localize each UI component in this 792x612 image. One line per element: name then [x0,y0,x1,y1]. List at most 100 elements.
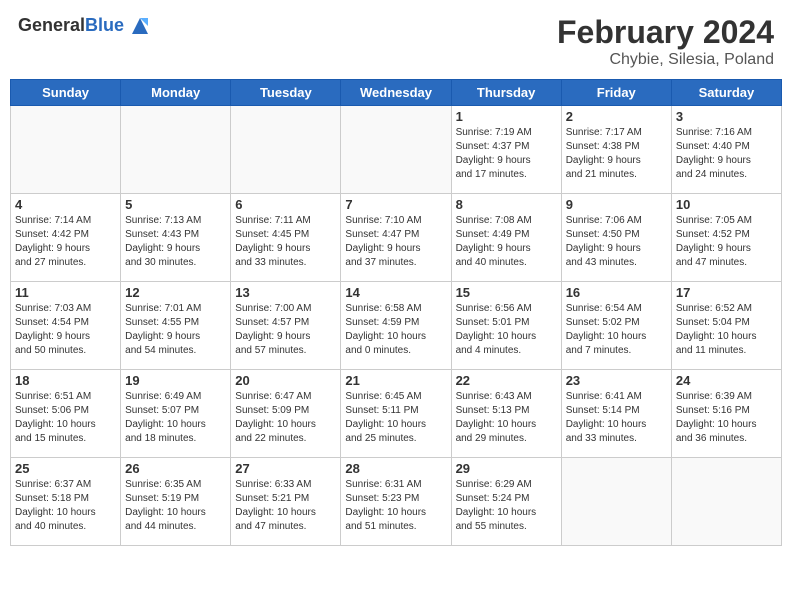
calendar-week-3: 11 Sunrise: 7:03 AM Sunset: 4:54 PM Dayli… [11,282,782,370]
calendar-week-5: 25 Sunrise: 6:37 AM Sunset: 5:18 PM Dayli… [11,458,782,546]
day-number: 22 [456,373,557,388]
calendar-cell: 16 Sunrise: 6:54 AM Sunset: 5:02 PM Dayli… [561,282,671,370]
weekday-header-row: SundayMondayTuesdayWednesdayThursdayFrid… [11,80,782,106]
day-number: 28 [345,461,446,476]
day-number: 29 [456,461,557,476]
calendar-cell: 14 Sunrise: 6:58 AM Sunset: 4:59 PM Dayli… [341,282,451,370]
day-number: 23 [566,373,667,388]
calendar-cell: 6 Sunrise: 7:11 AM Sunset: 4:45 PM Daylig… [231,194,341,282]
calendar-week-2: 4Sunrise: 7:14 AM Sunset: 4:42 PM Daylig… [11,194,782,282]
day-number: 2 [566,109,667,124]
calendar-cell: 26 Sunrise: 6:35 AM Sunset: 5:19 PM Dayli… [121,458,231,546]
day-detail: Sunrise: 6:29 AM Sunset: 5:24 PM Dayligh… [456,478,557,534]
day-number: 13 [235,285,336,300]
day-number: 20 [235,373,336,388]
day-detail: Sunrise: 7:16 AM Sunset: 4:40 PM Dayligh… [676,126,777,182]
calendar-cell [231,106,341,194]
day-detail: Sunrise: 7:11 AM Sunset: 4:45 PM Dayligh… [235,214,336,270]
calendar-cell: 20 Sunrise: 6:47 AM Sunset: 5:09 PM Dayli… [231,370,341,458]
calendar-cell: 25 Sunrise: 6:37 AM Sunset: 5:18 PM Dayli… [11,458,121,546]
location: Chybie, Silesia, Poland [557,51,774,69]
calendar-cell: 11 Sunrise: 7:03 AM Sunset: 4:54 PM Dayli… [11,282,121,370]
calendar-cell [341,106,451,194]
day-number: 4 [15,197,116,212]
day-detail: Sunrise: 6:43 AM Sunset: 5:13 PM Dayligh… [456,390,557,446]
day-detail: Sunrise: 6:51 AM Sunset: 5:06 PM Dayligh… [15,390,116,446]
calendar-cell: 21 Sunrise: 6:45 AM Sunset: 5:11 PM Dayli… [341,370,451,458]
weekday-header-monday: Monday [121,80,231,106]
day-detail: Sunrise: 7:03 AM Sunset: 4:54 PM Dayligh… [15,302,116,358]
weekday-header-wednesday: Wednesday [341,80,451,106]
calendar-cell: 27Sunrise: 6:33 AM Sunset: 5:21 PM Dayli… [231,458,341,546]
day-detail: Sunrise: 6:49 AM Sunset: 5:07 PM Dayligh… [125,390,226,446]
day-number: 17 [676,285,777,300]
calendar-cell: 19 Sunrise: 6:49 AM Sunset: 5:07 PM Dayli… [121,370,231,458]
calendar-cell: 12 Sunrise: 7:01 AM Sunset: 4:55 PM Dayli… [121,282,231,370]
calendar-week-1: 1 Sunrise: 7:19 AM Sunset: 4:37 PM Daylig… [11,106,782,194]
month-year: February 2024 [557,14,774,51]
calendar-table: SundayMondayTuesdayWednesdayThursdayFrid… [10,79,782,546]
day-number: 3 [676,109,777,124]
calendar-cell [671,458,781,546]
calendar-cell: 3 Sunrise: 7:16 AM Sunset: 4:40 PM Daylig… [671,106,781,194]
day-number: 7 [345,197,446,212]
day-detail: Sunrise: 6:33 AM Sunset: 5:21 PM Dayligh… [235,478,336,534]
weekday-header-saturday: Saturday [671,80,781,106]
calendar-cell: 22 Sunrise: 6:43 AM Sunset: 5:13 PM Dayli… [451,370,561,458]
day-number: 15 [456,285,557,300]
calendar-week-4: 18 Sunrise: 6:51 AM Sunset: 5:06 PM Dayli… [11,370,782,458]
calendar-cell: 2 Sunrise: 7:17 AM Sunset: 4:38 PM Daylig… [561,106,671,194]
calendar-cell: 15 Sunrise: 6:56 AM Sunset: 5:01 PM Dayli… [451,282,561,370]
day-number: 21 [345,373,446,388]
day-number: 25 [15,461,116,476]
weekday-header-thursday: Thursday [451,80,561,106]
day-detail: Sunrise: 7:06 AM Sunset: 4:50 PM Dayligh… [566,214,667,270]
title-block: February 2024 Chybie, Silesia, Poland [557,14,774,69]
day-detail: Sunrise: 6:52 AM Sunset: 5:04 PM Dayligh… [676,302,777,358]
calendar-cell: 7 Sunrise: 7:10 AM Sunset: 4:47 PM Daylig… [341,194,451,282]
calendar-cell: 18 Sunrise: 6:51 AM Sunset: 5:06 PM Dayli… [11,370,121,458]
calendar-cell: 29 Sunrise: 6:29 AM Sunset: 5:24 PM Dayli… [451,458,561,546]
day-number: 24 [676,373,777,388]
calendar-cell: 23 Sunrise: 6:41 AM Sunset: 5:14 PM Dayli… [561,370,671,458]
day-detail: Sunrise: 7:05 AM Sunset: 4:52 PM Dayligh… [676,214,777,270]
day-number: 14 [345,285,446,300]
day-number: 8 [456,197,557,212]
logo: GeneralBlue [18,14,152,38]
day-detail: Sunrise: 6:58 AM Sunset: 4:59 PM Dayligh… [345,302,446,358]
day-number: 12 [125,285,226,300]
calendar-cell: 5Sunrise: 7:13 AM Sunset: 4:43 PM Daylig… [121,194,231,282]
day-number: 16 [566,285,667,300]
logo-icon [128,14,152,38]
day-detail: Sunrise: 6:45 AM Sunset: 5:11 PM Dayligh… [345,390,446,446]
day-detail: Sunrise: 7:01 AM Sunset: 4:55 PM Dayligh… [125,302,226,358]
weekday-header-tuesday: Tuesday [231,80,341,106]
day-detail: Sunrise: 7:13 AM Sunset: 4:43 PM Dayligh… [125,214,226,270]
day-detail: Sunrise: 7:17 AM Sunset: 4:38 PM Dayligh… [566,126,667,182]
day-detail: Sunrise: 6:41 AM Sunset: 5:14 PM Dayligh… [566,390,667,446]
day-detail: Sunrise: 6:39 AM Sunset: 5:16 PM Dayligh… [676,390,777,446]
day-number: 19 [125,373,226,388]
calendar-cell: 10Sunrise: 7:05 AM Sunset: 4:52 PM Dayli… [671,194,781,282]
calendar-cell: 24 Sunrise: 6:39 AM Sunset: 5:16 PM Dayli… [671,370,781,458]
calendar-cell [561,458,671,546]
day-detail: Sunrise: 7:10 AM Sunset: 4:47 PM Dayligh… [345,214,446,270]
day-number: 9 [566,197,667,212]
weekday-header-sunday: Sunday [11,80,121,106]
day-detail: Sunrise: 6:47 AM Sunset: 5:09 PM Dayligh… [235,390,336,446]
day-detail: Sunrise: 6:31 AM Sunset: 5:23 PM Dayligh… [345,478,446,534]
day-number: 11 [15,285,116,300]
day-number: 6 [235,197,336,212]
day-detail: Sunrise: 6:56 AM Sunset: 5:01 PM Dayligh… [456,302,557,358]
day-detail: Sunrise: 6:37 AM Sunset: 5:18 PM Dayligh… [15,478,116,534]
calendar-cell: 9 Sunrise: 7:06 AM Sunset: 4:50 PM Daylig… [561,194,671,282]
day-detail: Sunrise: 6:35 AM Sunset: 5:19 PM Dayligh… [125,478,226,534]
day-number: 18 [15,373,116,388]
day-number: 1 [456,109,557,124]
day-detail: Sunrise: 6:54 AM Sunset: 5:02 PM Dayligh… [566,302,667,358]
day-number: 26 [125,461,226,476]
weekday-header-friday: Friday [561,80,671,106]
logo-general: GeneralBlue [18,16,124,36]
calendar-cell: 4Sunrise: 7:14 AM Sunset: 4:42 PM Daylig… [11,194,121,282]
day-detail: Sunrise: 7:19 AM Sunset: 4:37 PM Dayligh… [456,126,557,182]
